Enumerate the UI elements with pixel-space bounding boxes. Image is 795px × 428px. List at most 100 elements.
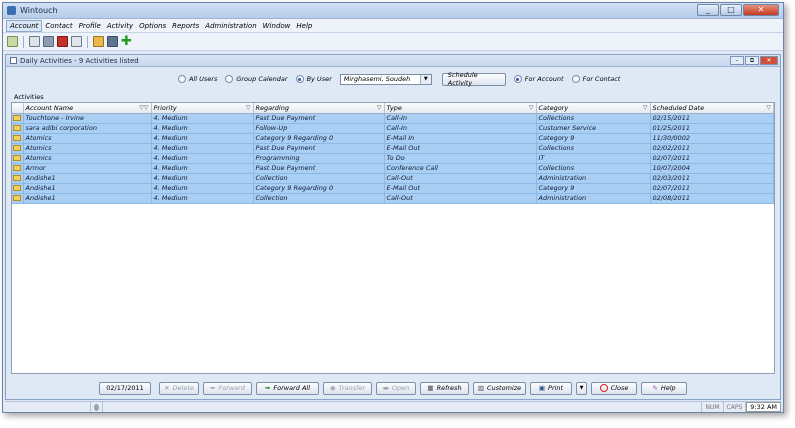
cell-type[interactable]: E-Mail Out bbox=[384, 143, 537, 154]
table-row[interactable]: Atomics 4. Medium Programming To Do IT 02/07/… bbox=[12, 153, 774, 164]
filter-icon[interactable]: ▽ bbox=[529, 104, 534, 111]
cell-type[interactable]: Call-Out bbox=[384, 173, 537, 184]
cell-type[interactable]: E-Mail In bbox=[384, 133, 537, 144]
cell-scheduled-date[interactable]: 02/03/2011 bbox=[650, 173, 774, 184]
cell-category[interactable]: Collections bbox=[536, 163, 651, 174]
cell-category[interactable]: Category 9 bbox=[536, 183, 651, 194]
cell-account-name[interactable]: Touchtone - Irvine bbox=[23, 113, 152, 124]
user-select[interactable]: Mirghasemi, Soudeh ▼ bbox=[339, 73, 432, 85]
cell-type[interactable]: Call-In bbox=[384, 113, 537, 124]
radio-group-calendar[interactable]: Group Calendar bbox=[225, 75, 288, 83]
table-row[interactable]: Atomics 4. Medium Past Due Payment E-Mail O… bbox=[12, 143, 774, 154]
menu-contact[interactable]: Contact bbox=[42, 21, 75, 31]
calendar-icon[interactable] bbox=[57, 36, 68, 47]
column-header-priority[interactable]: Priority ▽ bbox=[151, 103, 254, 114]
filter-icon[interactable]: ▽▽ bbox=[139, 104, 148, 111]
cell-account-name[interactable]: Atomics bbox=[23, 153, 152, 164]
cell-regarding[interactable]: Category 9 Regarding 0 bbox=[253, 133, 385, 144]
cell-scheduled-date[interactable]: 02/07/2011 bbox=[650, 153, 774, 164]
cell-type[interactable]: To Do bbox=[384, 153, 537, 164]
cell-category[interactable]: Administration bbox=[536, 173, 651, 184]
cell-regarding[interactable]: Past Due Payment bbox=[253, 163, 385, 174]
cell-category[interactable]: Collections bbox=[536, 113, 651, 124]
filter-icon[interactable]: ▽ bbox=[246, 104, 251, 111]
menu-options[interactable]: Options bbox=[136, 21, 169, 31]
minimize-button[interactable]: _ bbox=[697, 4, 719, 16]
column-header-regarding[interactable]: Regarding ▽ bbox=[253, 103, 385, 114]
grid-icon[interactable] bbox=[29, 36, 40, 47]
cell-priority[interactable]: 4. Medium bbox=[151, 133, 254, 144]
table-row[interactable]: Armor 4. Medium Past Due Payment Conference… bbox=[12, 163, 774, 174]
sub-close-button[interactable]: ✕ bbox=[760, 56, 778, 65]
cell-account-name[interactable]: Atomics bbox=[23, 133, 152, 144]
cell-scheduled-date[interactable]: 01/25/2011 bbox=[650, 123, 774, 134]
cell-scheduled-date[interactable]: 02/07/2011 bbox=[650, 183, 774, 194]
table-row[interactable]: Andishe1 4. Medium Collection Call-Out Admin… bbox=[12, 173, 774, 184]
column-header-type[interactable]: Type ▽ bbox=[384, 103, 537, 114]
transfer-button[interactable]: ◉ Transfer bbox=[323, 381, 372, 395]
menu-help[interactable]: Help bbox=[293, 21, 315, 31]
maximize-button[interactable]: □ bbox=[720, 4, 742, 16]
cell-priority[interactable]: 4. Medium bbox=[151, 153, 254, 164]
cell-type[interactable]: Conference Call bbox=[384, 163, 537, 174]
refresh-icon[interactable] bbox=[7, 36, 18, 47]
delete-button[interactable]: ✕ Delete bbox=[159, 381, 199, 395]
column-header-account-name[interactable]: Account Name ▽▽ bbox=[23, 103, 152, 114]
filter-icon[interactable]: ▽ bbox=[766, 104, 771, 111]
customize-button[interactable]: ▥ Customize bbox=[473, 381, 526, 395]
cell-regarding[interactable]: Collection bbox=[253, 193, 385, 204]
checklist-icon[interactable] bbox=[71, 36, 82, 47]
menu-activity[interactable]: Activity bbox=[104, 21, 136, 31]
print-button[interactable]: ▣ Print bbox=[530, 381, 572, 395]
forward-all-button[interactable]: ➥ Forward All bbox=[256, 381, 319, 395]
cell-account-name[interactable]: Andishe1 bbox=[23, 183, 152, 194]
help-button[interactable]: ✎ Help bbox=[641, 381, 687, 395]
cell-scheduled-date[interactable]: 02/02/2011 bbox=[650, 143, 774, 154]
open-button[interactable]: ▬ Open bbox=[376, 381, 416, 395]
cell-scheduled-date[interactable]: 11/30/0002 bbox=[650, 133, 774, 144]
schedule-activity-button[interactable]: Schedule Activity bbox=[441, 71, 506, 87]
radio-for-account[interactable]: For Account bbox=[513, 75, 564, 83]
cell-account-name[interactable]: Armor bbox=[23, 163, 152, 174]
column-header-scheduled-date[interactable]: Scheduled Date ▽ bbox=[650, 103, 774, 114]
radio-for-contact[interactable]: For Contact bbox=[571, 75, 620, 83]
cell-priority[interactable]: 4. Medium bbox=[151, 173, 254, 184]
cell-priority[interactable]: 4. Medium bbox=[151, 143, 254, 154]
radio-by-user[interactable]: By User bbox=[295, 75, 332, 83]
cell-account-name[interactable]: Andishe1 bbox=[23, 173, 152, 184]
cell-priority[interactable]: 4. Medium bbox=[151, 163, 254, 174]
cell-category[interactable]: IT bbox=[536, 153, 651, 164]
cell-category[interactable]: Category 9 bbox=[536, 133, 651, 144]
cell-category[interactable]: Collections bbox=[536, 143, 651, 154]
cell-regarding[interactable]: Category 9 Regarding 0 bbox=[253, 183, 385, 194]
refresh-button[interactable]: ▦ Refresh bbox=[420, 381, 469, 395]
table-row[interactable]: Andishe1 4. Medium Collection Call-Out Admin… bbox=[12, 193, 774, 204]
table-row[interactable]: Touchtone - Irvine 4. Medium Past Due Paym… bbox=[12, 113, 774, 124]
table-row[interactable]: Atomics 4. Medium Category 9 Regarding 0 E-… bbox=[12, 133, 774, 144]
forward-button[interactable]: ➥ Forward bbox=[203, 381, 252, 395]
table-row[interactable]: sara adibi corporation 4. Medium Follow-Up… bbox=[12, 123, 774, 134]
filter-icon[interactable]: ▽ bbox=[377, 104, 382, 111]
sub-minimize-button[interactable]: – bbox=[730, 56, 744, 65]
cell-type[interactable]: E-Mail Out bbox=[384, 183, 537, 194]
close-window-button[interactable]: ✕ bbox=[743, 4, 779, 16]
cell-category[interactable]: Administration bbox=[536, 193, 651, 204]
add-icon[interactable]: ✚ bbox=[121, 34, 132, 49]
cell-type[interactable]: Call-In bbox=[384, 123, 537, 134]
cell-account-name[interactable]: Atomics bbox=[23, 143, 152, 154]
cell-priority[interactable]: 4. Medium bbox=[151, 183, 254, 194]
sub-restore-button[interactable]: ⧉ bbox=[745, 56, 759, 65]
cell-scheduled-date[interactable]: 10/07/2004 bbox=[650, 163, 774, 174]
filter-icon[interactable]: ▽ bbox=[643, 104, 648, 111]
chevron-down-icon[interactable]: ▼ bbox=[419, 74, 431, 84]
menu-profile[interactable]: Profile bbox=[76, 21, 104, 31]
cell-regarding[interactable]: Past Due Payment bbox=[253, 113, 385, 124]
table-icon[interactable] bbox=[107, 36, 118, 47]
cell-priority[interactable]: 4. Medium bbox=[151, 123, 254, 134]
radio-all-users[interactable]: All Users bbox=[178, 75, 217, 83]
cell-type[interactable]: Call-Out bbox=[384, 193, 537, 204]
cell-scheduled-date[interactable]: 02/08/2011 bbox=[650, 193, 774, 204]
people-icon[interactable] bbox=[93, 36, 104, 47]
cell-scheduled-date[interactable]: 02/15/2011 bbox=[650, 113, 774, 124]
cell-regarding[interactable]: Follow-Up bbox=[253, 123, 385, 134]
